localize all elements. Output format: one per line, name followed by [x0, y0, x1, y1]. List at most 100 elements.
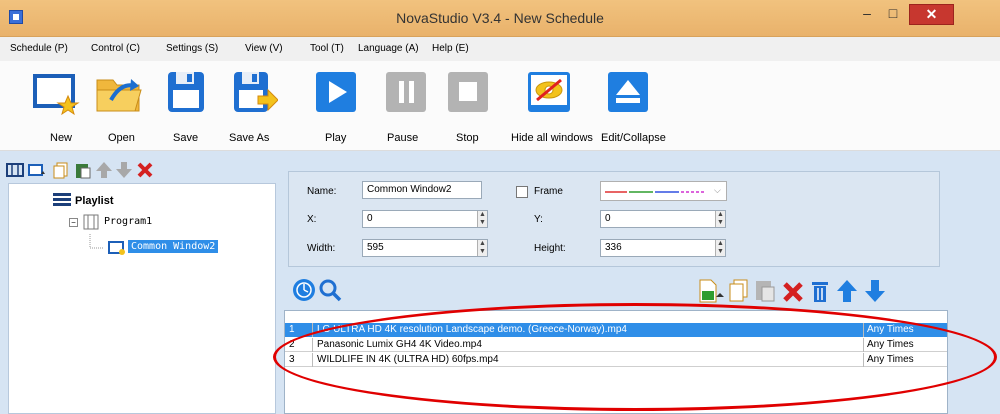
x-spinner[interactable]: ▲ ▼	[477, 211, 487, 227]
tree-playlist[interactable]: Playlist	[75, 195, 114, 207]
schedule-tree-panel: Playlist − Program1 Common Window2	[0, 151, 280, 414]
title-bar: NovaStudio V3.4 - New Schedule – □ ✕	[0, 0, 1000, 37]
width-input[interactable]: 595	[362, 239, 488, 257]
frame-label: Frame	[534, 186, 563, 197]
y-spinner[interactable]: ▲ ▼	[715, 211, 725, 227]
schedule-clock-icon[interactable]	[292, 278, 316, 302]
x-label: X:	[307, 214, 317, 225]
window-properties: Name: Common Window2 Frame ⌵ X: 0 ▲ ▼ Y: …	[288, 171, 940, 267]
media-toolbar	[288, 276, 940, 310]
hide-all-windows-label: Hide all windows	[511, 132, 593, 144]
menu-tool[interactable]: Tool (T)	[310, 43, 344, 54]
stop-icon	[448, 72, 488, 112]
open-label: Open	[108, 132, 135, 144]
new-schedule-icon	[33, 74, 80, 116]
pause-label: Pause	[387, 132, 419, 144]
play-times: Any Times	[863, 323, 947, 337]
play-button[interactable]	[312, 66, 360, 119]
paste-media-icon[interactable]	[754, 279, 776, 303]
playlist-icon	[53, 193, 71, 206]
width-label: Width:	[307, 243, 336, 254]
schedule-tree: Playlist − Program1 Common Window2	[8, 183, 276, 414]
delete-media-icon[interactable]	[782, 281, 804, 303]
copy-media-icon[interactable]	[728, 279, 750, 303]
media-filename: LG ULTRA HD 4K resolution Landscape demo…	[317, 324, 627, 335]
menu-help[interactable]: Help (E)	[432, 43, 469, 54]
collapse-toggle[interactable]: −	[69, 218, 78, 227]
frame-line-preview	[605, 191, 705, 193]
edit-collapse-label: Edit/Collapse	[601, 132, 666, 144]
table-row[interactable]: 2 Panasonic Lumix GH4 4K Video.mp4 Any T…	[285, 338, 947, 352]
height-input[interactable]: 336	[600, 239, 726, 257]
play-label: Play	[325, 132, 347, 144]
program-film-icon	[83, 214, 99, 230]
new-button[interactable]	[32, 66, 80, 119]
row-number: 2	[289, 338, 313, 352]
media-filename: Panasonic Lumix GH4 4K Video.mp4	[317, 339, 482, 350]
properties-panel: Name: Common Window2 Frame ⌵ X: 0 ▲ ▼ Y: …	[280, 151, 1000, 414]
menu-settings[interactable]: Settings (S)	[166, 43, 218, 54]
minimize-button[interactable]: –	[854, 4, 880, 25]
pause-button[interactable]	[382, 66, 430, 119]
close-button[interactable]: ✕	[909, 4, 954, 25]
frame-checkbox[interactable]	[516, 186, 528, 198]
window-icon	[108, 241, 125, 255]
menu-language[interactable]: Language (A)	[358, 43, 419, 54]
y-input[interactable]: 0	[600, 210, 726, 228]
save-as-icon	[234, 72, 279, 112]
save-as-label: Save As	[229, 132, 270, 144]
play-times: Any Times	[863, 353, 947, 367]
edit-collapse-button[interactable]	[604, 66, 652, 119]
stop-label: Stop	[456, 132, 479, 144]
move-up-icon[interactable]	[95, 161, 113, 179]
main-toolbar: New Open Save Save As Play Pause Stop Hi…	[0, 61, 1000, 151]
paste-icon[interactable]	[74, 161, 92, 179]
menu-bar: Schedule (P) Control (C) Settings (S) Vi…	[0, 37, 1000, 61]
media-list: 1 LG ULTRA HD 4K resolution Landscape de…	[284, 310, 948, 414]
copy-icon[interactable]	[52, 161, 70, 179]
maximize-button[interactable]: □	[880, 4, 906, 25]
tree-program[interactable]: Program1	[104, 216, 152, 227]
tree-toolbar	[0, 151, 280, 181]
delete-icon[interactable]	[136, 161, 154, 179]
open-folder-icon	[96, 79, 142, 112]
row-number: 3	[289, 353, 313, 367]
menu-control[interactable]: Control (C)	[91, 43, 140, 54]
menu-view[interactable]: View (V)	[245, 43, 283, 54]
tree-connector	[89, 234, 103, 249]
width-spinner[interactable]: ▲ ▼	[477, 240, 487, 256]
menu-schedule[interactable]: Schedule (P)	[10, 43, 68, 54]
media-filename: WILDLIFE IN 4K (ULTRA HD) 60fps.mp4	[317, 354, 499, 365]
chevron-down-icon: ⌵	[714, 185, 721, 195]
add-window-icon[interactable]	[28, 161, 46, 179]
hide-all-windows-button[interactable]	[525, 66, 573, 119]
search-icon[interactable]	[318, 278, 342, 302]
height-label: Height:	[534, 243, 566, 254]
save-button[interactable]	[162, 66, 210, 119]
table-row[interactable]: 3 WILDLIFE IN 4K (ULTRA HD) 60fps.mp4 An…	[285, 353, 947, 367]
name-input[interactable]: Common Window2	[362, 181, 482, 199]
save-as-button[interactable]	[230, 66, 279, 119]
row-number: 1	[289, 323, 313, 337]
play-times: Any Times	[863, 338, 947, 352]
frame-style-dropdown[interactable]: ⌵	[600, 181, 727, 201]
save-disk-icon	[168, 72, 204, 112]
stop-button[interactable]	[444, 66, 492, 119]
film-icon[interactable]	[6, 161, 24, 179]
add-media-icon[interactable]	[698, 279, 724, 303]
move-down-icon[interactable]	[115, 161, 133, 179]
move-down-media-icon[interactable]	[864, 279, 886, 303]
y-label: Y:	[534, 214, 543, 225]
pause-icon	[386, 72, 426, 112]
table-row[interactable]: 1 LG ULTRA HD 4K resolution Landscape de…	[285, 323, 947, 337]
tree-common-window[interactable]: Common Window2	[128, 240, 219, 253]
window-title: NovaStudio V3.4 - New Schedule	[396, 10, 604, 26]
play-icon	[316, 72, 356, 112]
height-spinner[interactable]: ▲ ▼	[715, 240, 725, 256]
x-input[interactable]: 0	[362, 210, 488, 228]
save-label: Save	[173, 132, 199, 144]
move-up-media-icon[interactable]	[836, 279, 858, 303]
trash-icon[interactable]	[810, 279, 830, 303]
hide-eye-icon	[528, 72, 570, 112]
open-button[interactable]	[95, 66, 143, 119]
